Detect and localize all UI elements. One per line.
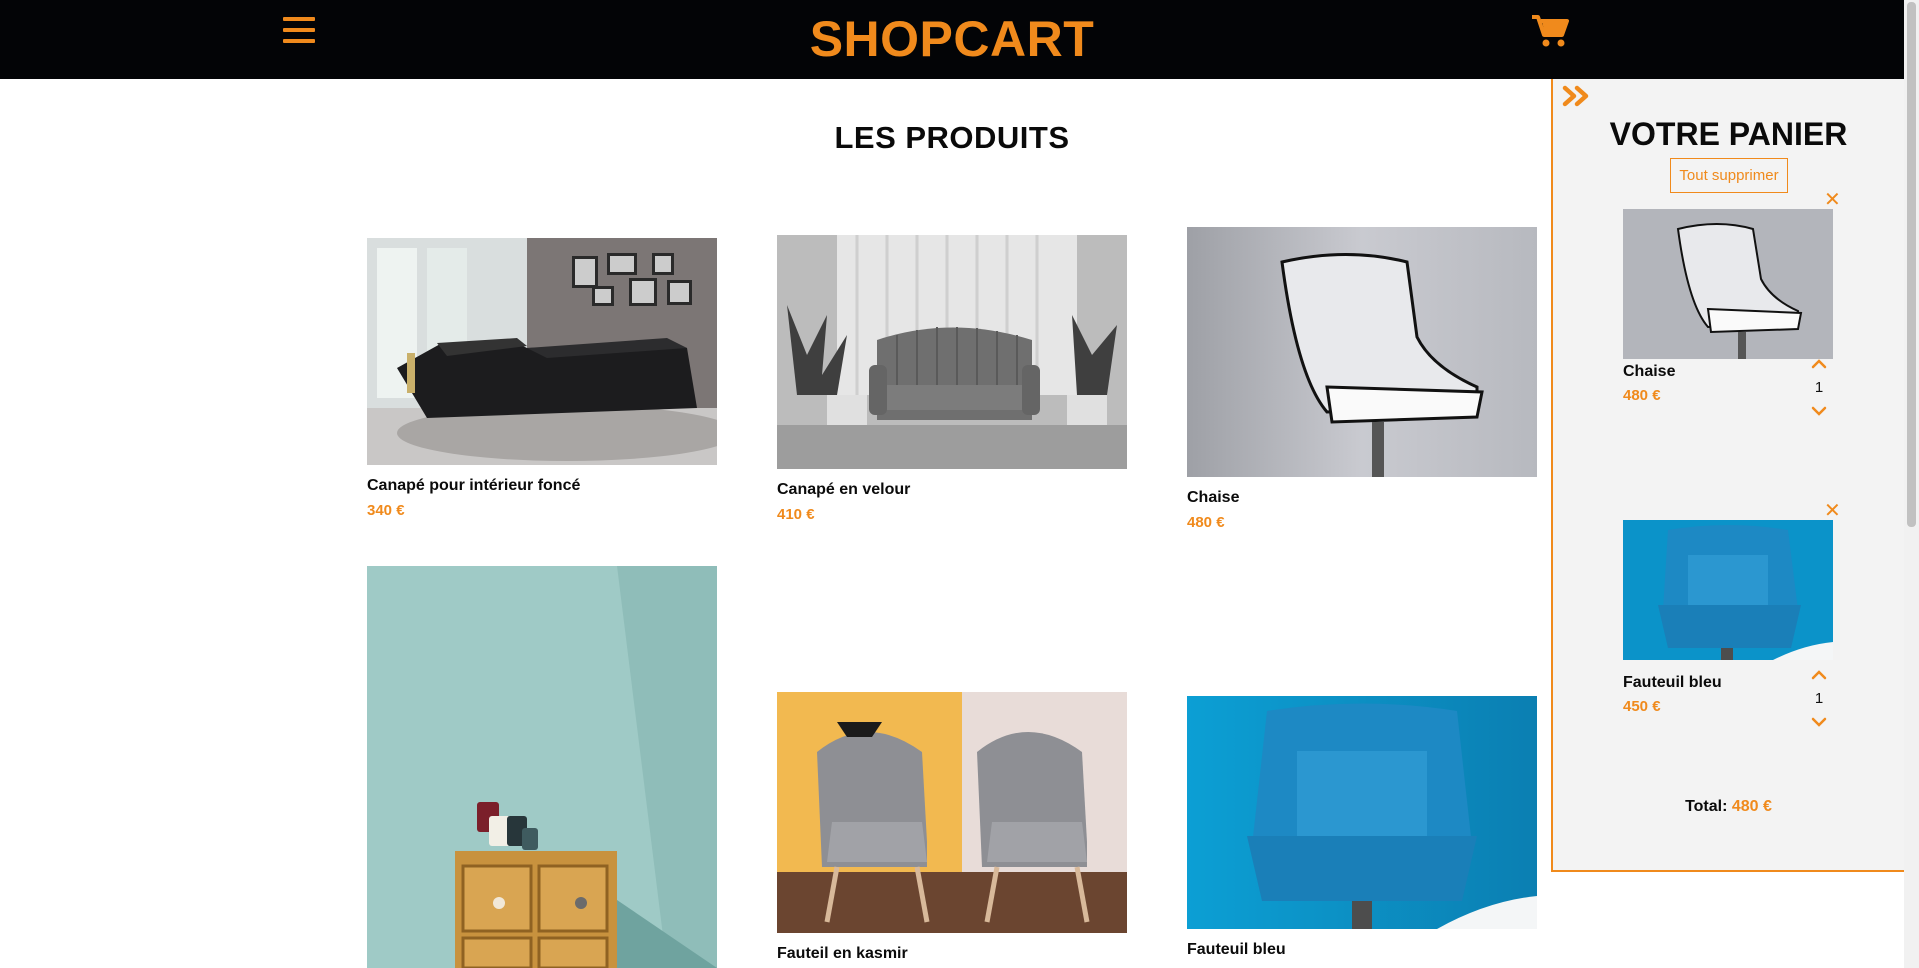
brand-logo[interactable]: SHOPCART — [0, 10, 1904, 68]
cart-total-label: Total: — [1685, 798, 1728, 815]
decrease-quantity-icon[interactable] — [1811, 717, 1827, 727]
double-chevron-right-icon[interactable] — [1561, 83, 1593, 109]
product-price: 340 € — [367, 502, 405, 519]
shopping-cart-icon[interactable] — [1530, 12, 1570, 52]
cart-total-value: 480 € — [1731, 798, 1772, 815]
product-image-chair[interactable] — [1187, 227, 1537, 477]
page-scrollbar[interactable] — [1904, 0, 1919, 968]
product-card[interactable]: Fauteil en kasmir — [777, 692, 1127, 963]
cart-item-image — [1623, 520, 1833, 660]
product-name: Canapé en velour — [777, 481, 911, 498]
cart-item-price: 480 € — [1623, 387, 1661, 404]
cart-panel: VOTRE PANIER Tout supprimer ✕ Chaise 480… — [1551, 79, 1904, 872]
product-card[interactable]: Canapé pour intérieur foncé 340 € — [367, 238, 717, 519]
product-image-blue-armchair[interactable] — [1187, 696, 1537, 929]
cart-title: VOTRE PANIER — [1609, 116, 1848, 152]
product-card[interactable] — [367, 566, 717, 968]
product-price: 480 € — [1187, 514, 1225, 531]
cart-item-image — [1623, 209, 1833, 359]
remove-item-icon[interactable]: ✕ — [1824, 501, 1841, 521]
product-image-cabinet[interactable] — [367, 566, 717, 968]
cart-item-quantity: 1 — [1814, 379, 1824, 396]
product-name: Fauteuil bleu — [1187, 941, 1286, 958]
top-navbar: SHOPCART — [0, 0, 1904, 79]
increase-quantity-icon[interactable] — [1811, 670, 1827, 680]
product-image-armchairs[interactable] — [777, 692, 1127, 933]
product-card[interactable]: Chaise 480 € — [1187, 227, 1537, 531]
product-name: Fauteil en kasmir — [777, 945, 908, 962]
decrease-quantity-icon[interactable] — [1811, 406, 1827, 416]
scrollbar-thumb[interactable] — [1907, 2, 1916, 527]
cart-item-name: Chaise — [1623, 363, 1676, 380]
cart-total: Total: 480 € — [1553, 798, 1904, 816]
clear-cart-button[interactable]: Tout supprimer — [1670, 158, 1788, 193]
cart-item-price: 450 € — [1623, 698, 1661, 715]
product-image-velvet-sofa[interactable] — [777, 235, 1127, 469]
product-name: Chaise — [1187, 489, 1240, 506]
cart-item-name: Fauteuil bleu — [1623, 674, 1722, 691]
remove-item-icon[interactable]: ✕ — [1824, 190, 1841, 210]
product-card[interactable]: Canapé en velour 410 € — [777, 235, 1127, 523]
product-name: Canapé pour intérieur foncé — [367, 477, 581, 494]
product-image-sofa[interactable] — [367, 238, 717, 465]
cart-item-quantity: 1 — [1814, 690, 1824, 707]
increase-quantity-icon[interactable] — [1811, 359, 1827, 369]
product-card[interactable]: Fauteuil bleu — [1187, 696, 1537, 959]
product-price: 410 € — [777, 506, 815, 523]
